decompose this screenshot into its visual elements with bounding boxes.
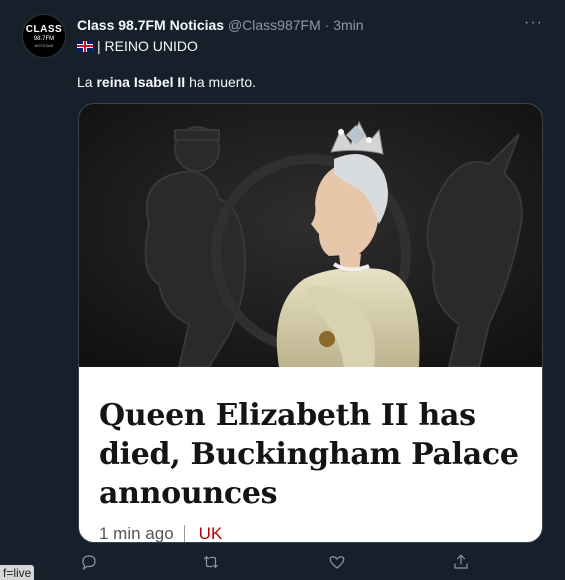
tweet-header: Class 98.7FM Noticias @Class987FM · 3min — [77, 17, 364, 33]
queen-portrait-image — [79, 104, 542, 368]
location-label: | REINO UNIDO — [97, 38, 198, 54]
card-headline[interactable]: Queen Elizabeth II has died, Buckingham … — [99, 396, 529, 513]
avatar-text-noticias: NOTICIAS — [34, 42, 54, 48]
tweet-text-end: ha muerto. — [185, 74, 257, 90]
tweet-timestamp[interactable]: 3min — [333, 17, 363, 33]
author-subline: | REINO UNIDO — [77, 38, 198, 54]
card-meta-divider — [183, 525, 185, 542]
status-overlay: f=live — [0, 565, 35, 580]
author-name[interactable]: Class 98.7FM Noticias — [77, 17, 224, 33]
avatar[interactable]: CLASS 98.7FM NOTICIAS — [22, 14, 66, 58]
tweet[interactable]: CLASS 98.7FM NOTICIAS Class 98.7FM Notic… — [0, 0, 565, 580]
like-icon[interactable] — [328, 553, 348, 573]
retweet-icon[interactable] — [202, 553, 222, 573]
tweet-text-start: La — [77, 74, 97, 90]
card-image[interactable] — [79, 104, 542, 368]
tweet-text-bold: reina Isabel II — [96, 74, 186, 90]
tweet-actions — [78, 553, 478, 575]
reply-icon[interactable] — [80, 553, 100, 573]
author-handle[interactable]: @Class987FM — [228, 17, 321, 33]
card-time: 1 min ago — [99, 524, 174, 543]
tweet-text: La reina Isabel II ha muerto. — [77, 74, 256, 90]
avatar-text-class: CLASS — [25, 23, 63, 35]
separator-dot: · — [324, 17, 330, 33]
link-card[interactable]: Queen Elizabeth II has died, Buckingham … — [78, 103, 543, 543]
uk-flag-icon — [77, 40, 93, 52]
more-options-icon[interactable]: ··· — [524, 14, 543, 32]
card-section[interactable]: UK — [199, 524, 223, 542]
card-meta: 1 min ago UK — [99, 524, 223, 543]
share-icon[interactable] — [452, 553, 472, 573]
avatar-text-freq: 98.7FM — [33, 35, 55, 42]
